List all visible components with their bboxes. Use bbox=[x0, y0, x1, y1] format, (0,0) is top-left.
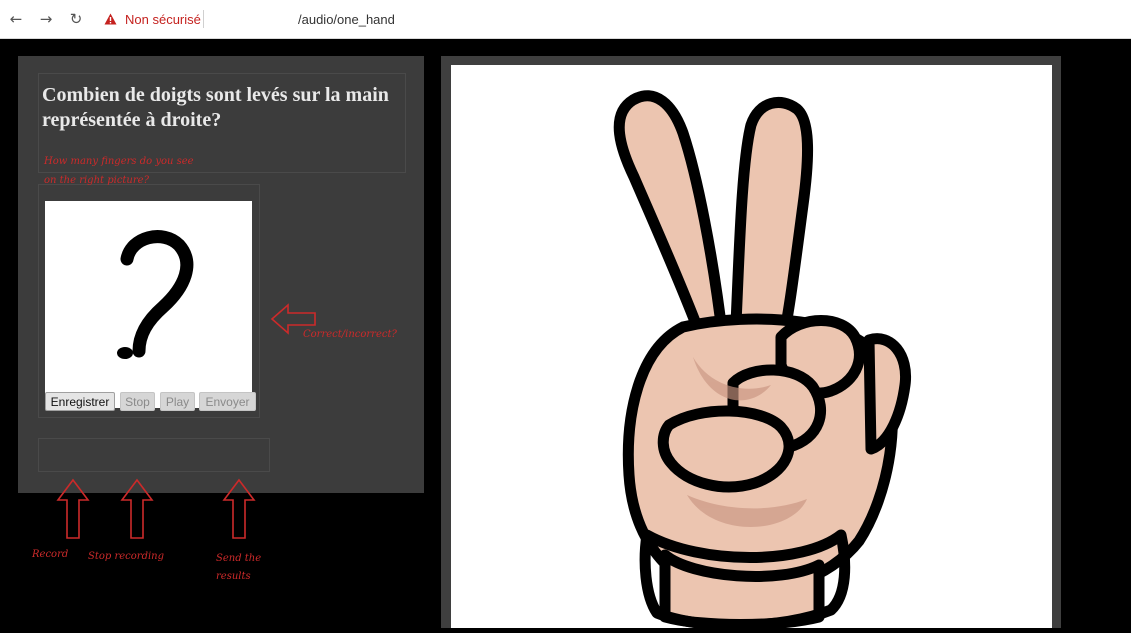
record-button[interactable]: Enregistrer bbox=[45, 392, 115, 411]
warning-triangle-icon[interactable] bbox=[104, 13, 117, 25]
question-title: Combien de doigts sont levés sur la main… bbox=[42, 84, 389, 131]
reload-icon[interactable]: ↻ bbox=[66, 9, 86, 29]
peace-sign-hand-image bbox=[451, 65, 1052, 631]
stop-button[interactable]: Stop bbox=[120, 392, 155, 411]
url-host-redacted[interactable] bbox=[210, 10, 294, 28]
question-panel: Combien de doigts sont levés sur la main… bbox=[18, 56, 424, 493]
url-path[interactable]: /audio/one_hand bbox=[298, 12, 395, 27]
send-button[interactable]: Envoyer bbox=[199, 392, 256, 411]
up-arrow-stop-annotation bbox=[120, 478, 154, 539]
annotation-send-line2: results bbox=[216, 571, 251, 582]
button-row bbox=[38, 438, 270, 472]
annotation-correct: Correct/incorrect? bbox=[303, 329, 397, 340]
address-separator bbox=[203, 10, 204, 28]
security-label[interactable]: Non sécurisé bbox=[125, 12, 201, 27]
up-arrow-record-annotation bbox=[56, 478, 90, 539]
annotation-record: Record bbox=[32, 549, 69, 560]
question-mark-image bbox=[45, 201, 252, 408]
annotation-send-line1: Send the bbox=[216, 553, 262, 564]
annotation-question-line1: How many fingers do you see bbox=[44, 156, 194, 167]
back-arrow-icon[interactable]: ← bbox=[6, 9, 26, 29]
annotation-question-line2: on the right picture? bbox=[44, 175, 149, 186]
forward-arrow-icon[interactable]: → bbox=[36, 9, 56, 29]
annotation-stop: Stop recording bbox=[88, 551, 165, 562]
up-arrow-send-annotation bbox=[222, 478, 256, 539]
play-button[interactable]: Play bbox=[160, 392, 195, 411]
browser-toolbar: ← → ↻ Non sécurisé /audio/one_hand bbox=[0, 0, 1131, 39]
